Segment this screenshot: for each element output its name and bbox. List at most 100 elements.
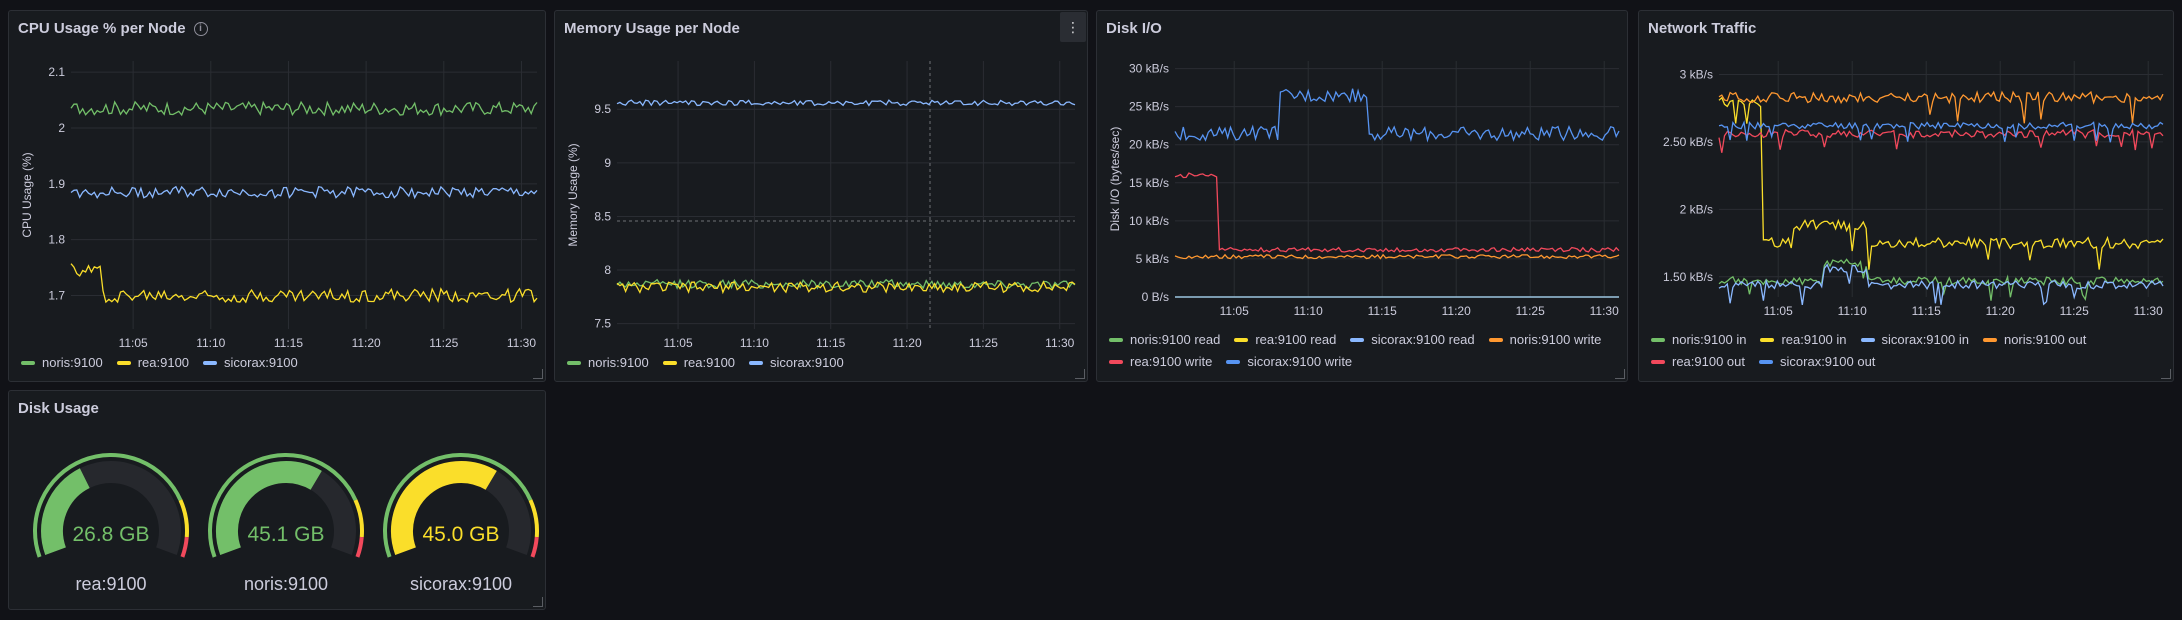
legend-label: sicorax:9100 write	[1247, 354, 1353, 369]
legend-label: noris:9100 in	[1672, 332, 1747, 347]
gauge-threshold-red	[355, 536, 364, 558]
memory-legend: noris:9100 rea:9100 sicorax:9100	[567, 355, 844, 370]
legend-item[interactable]: rea:9100	[662, 355, 735, 370]
network-traffic-panel[interactable]: Network Traffic 1.50 kB/s 2 kB/s 2.50 kB/s…	[1638, 10, 2174, 382]
legend-swatch	[1488, 337, 1503, 342]
legend-item[interactable]: noris:9100	[21, 355, 103, 370]
x-tick-label: 11:05	[1220, 304, 1249, 318]
x-tick-label: 11:05	[119, 336, 148, 350]
legend-item[interactable]: rea:9100 write	[1109, 354, 1212, 369]
x-tick-label: 11:20	[1986, 304, 2015, 318]
cpu-usage-panel[interactable]: CPU Usage % per Node i 1.7 1.8 1.9 2 2.1 11:0…	[8, 10, 546, 382]
x-tick-label: 11:15	[816, 336, 845, 350]
resize-handle[interactable]	[2161, 369, 2171, 379]
gauge-label: rea:9100	[75, 574, 147, 594]
y-tick-label: 10 kB/s	[1129, 214, 1169, 228]
gauge-threshold-yellow	[353, 499, 364, 538]
legend-swatch	[1651, 359, 1665, 364]
y-tick-label: 2 kB/s	[1680, 202, 1713, 216]
legend-label: rea:9100	[137, 355, 190, 370]
legend-label: rea:9100 write	[1130, 354, 1213, 369]
legend-item[interactable]: noris:9100 out	[1982, 332, 2086, 347]
legend-swatch	[1982, 337, 1997, 342]
memory-usage-chart[interactable]: 7.5 8 8.5 9 9.5 11:05 11:10 11:15 11:20 11:25 11:3…	[555, 11, 1088, 382]
legend-item[interactable]: sicorax:9100 out	[1759, 354, 1875, 369]
legend-item[interactable]: rea:9100	[116, 355, 190, 370]
x-tick-label: 11:05	[1764, 304, 1793, 318]
series-line	[70, 100, 538, 117]
legend-item[interactable]: sicorax:9100 in	[1860, 332, 1969, 347]
legend-label: sicorax:9100	[770, 355, 844, 370]
legend-swatch	[1651, 337, 1665, 342]
gauge-value-text: 45.1 GB	[247, 523, 324, 546]
gauge-threshold-yellow	[178, 499, 189, 538]
y-axis-label: Disk I/O (bytes/sec)	[1108, 127, 1122, 232]
legend-item[interactable]: sicorax:9100 write	[1226, 354, 1352, 369]
legend-swatch	[116, 360, 131, 365]
legend-item[interactable]: sicorax:9100	[749, 355, 844, 370]
legend-swatch	[662, 360, 677, 365]
series-line	[1718, 127, 2164, 153]
y-tick-label: 15 kB/s	[1129, 176, 1169, 190]
x-tick-label: 11:05	[663, 336, 692, 350]
resize-handle[interactable]	[1075, 369, 1085, 379]
y-tick-label: 8	[604, 263, 611, 277]
x-tick-label: 11:20	[892, 336, 921, 350]
legend-swatch	[567, 360, 581, 365]
legend-item[interactable]: sicorax:9100 read	[1350, 332, 1475, 347]
disk-io-panel[interactable]: Disk I/O 0 B/s 5 kB/s 10 kB/s 15 kB/s 20 kB/…	[1096, 10, 1628, 382]
x-tick-label: 11:30	[2134, 304, 2163, 318]
legend-item[interactable]: noris:9100	[567, 355, 649, 370]
y-tick-label: 2	[58, 121, 65, 135]
disk-io-chart[interactable]: 0 B/s 5 kB/s 10 kB/s 15 kB/s 20 kB/s 25 kB/s 3…	[1097, 11, 1628, 382]
resize-handle[interactable]	[533, 369, 543, 379]
series-line	[1174, 253, 1620, 260]
legend-swatch	[1860, 337, 1875, 342]
resize-handle[interactable]	[533, 597, 543, 607]
legend-item[interactable]: rea:9100 in	[1760, 332, 1847, 347]
y-tick-label: 25 kB/s	[1129, 100, 1169, 114]
x-tick-label: 11:30	[507, 336, 536, 350]
legend-swatch	[1759, 359, 1774, 364]
gauge-label: noris:9100	[243, 574, 329, 594]
x-tick-label: 11:25	[969, 336, 998, 350]
series-line	[1174, 88, 1620, 143]
network-legend: noris:9100 in rea:9100 in sicorax:9100 in n…	[1651, 332, 2161, 369]
legend-swatch	[203, 360, 218, 365]
series-line	[70, 263, 538, 304]
resize-handle[interactable]	[1615, 369, 1625, 379]
legend-item[interactable]: rea:9100 read	[1234, 332, 1336, 347]
x-tick-label: 11:20	[1442, 304, 1471, 318]
legend-swatch	[1760, 337, 1775, 342]
legend-swatch	[1226, 359, 1241, 364]
x-tick-label: 11:10	[740, 336, 769, 350]
y-tick-label: 1.8	[48, 233, 65, 247]
memory-usage-panel[interactable]: Memory Usage per Node ⋮ 7.5 8 8.5 9 9.5 11:05…	[554, 10, 1088, 382]
legend-item[interactable]: noris:9100 write	[1488, 332, 1601, 347]
x-tick-label: 11:25	[429, 336, 458, 350]
x-tick-label: 11:10	[1294, 304, 1323, 318]
legend-item[interactable]: noris:9100 read	[1109, 332, 1220, 347]
y-tick-label: 20 kB/s	[1129, 138, 1169, 152]
legend-label: rea:9100 out	[1672, 354, 1746, 369]
y-tick-label: 1.9	[48, 177, 65, 191]
legend-label: rea:9100 in	[1781, 332, 1847, 347]
legend-label: sicorax:9100 read	[1371, 332, 1475, 347]
legend-item[interactable]: noris:9100 in	[1651, 332, 1746, 347]
x-tick-label: 11:25	[2060, 304, 2089, 318]
x-tick-label: 11:15	[1368, 304, 1397, 318]
legend-item[interactable]: sicorax:9100	[203, 355, 298, 370]
y-axis-label: Memory Usage (%)	[566, 143, 580, 246]
disk-usage-panel[interactable]: Disk Usage 26.8 GB 45.1 GB 45.0 GB rea:910…	[8, 390, 546, 610]
series-line	[1718, 258, 2164, 301]
legend-swatch	[1109, 359, 1123, 364]
legend-item[interactable]: rea:9100 out	[1651, 354, 1745, 369]
series-line	[616, 99, 1076, 107]
network-traffic-chart[interactable]: 1.50 kB/s 2 kB/s 2.50 kB/s 3 kB/s 11:05 11:10…	[1639, 11, 2174, 382]
gauge-label: sicorax:9100	[409, 574, 513, 594]
y-tick-label: 2.1	[48, 65, 65, 79]
legend-label: sicorax:9100	[224, 355, 298, 370]
cpu-usage-chart[interactable]: 1.7 1.8 1.9 2 2.1 11:05 11:10 11:15 11:20 11:25 11…	[9, 11, 546, 382]
y-tick-label: 0 B/s	[1142, 290, 1169, 304]
y-tick-label: 7.5	[594, 317, 611, 331]
